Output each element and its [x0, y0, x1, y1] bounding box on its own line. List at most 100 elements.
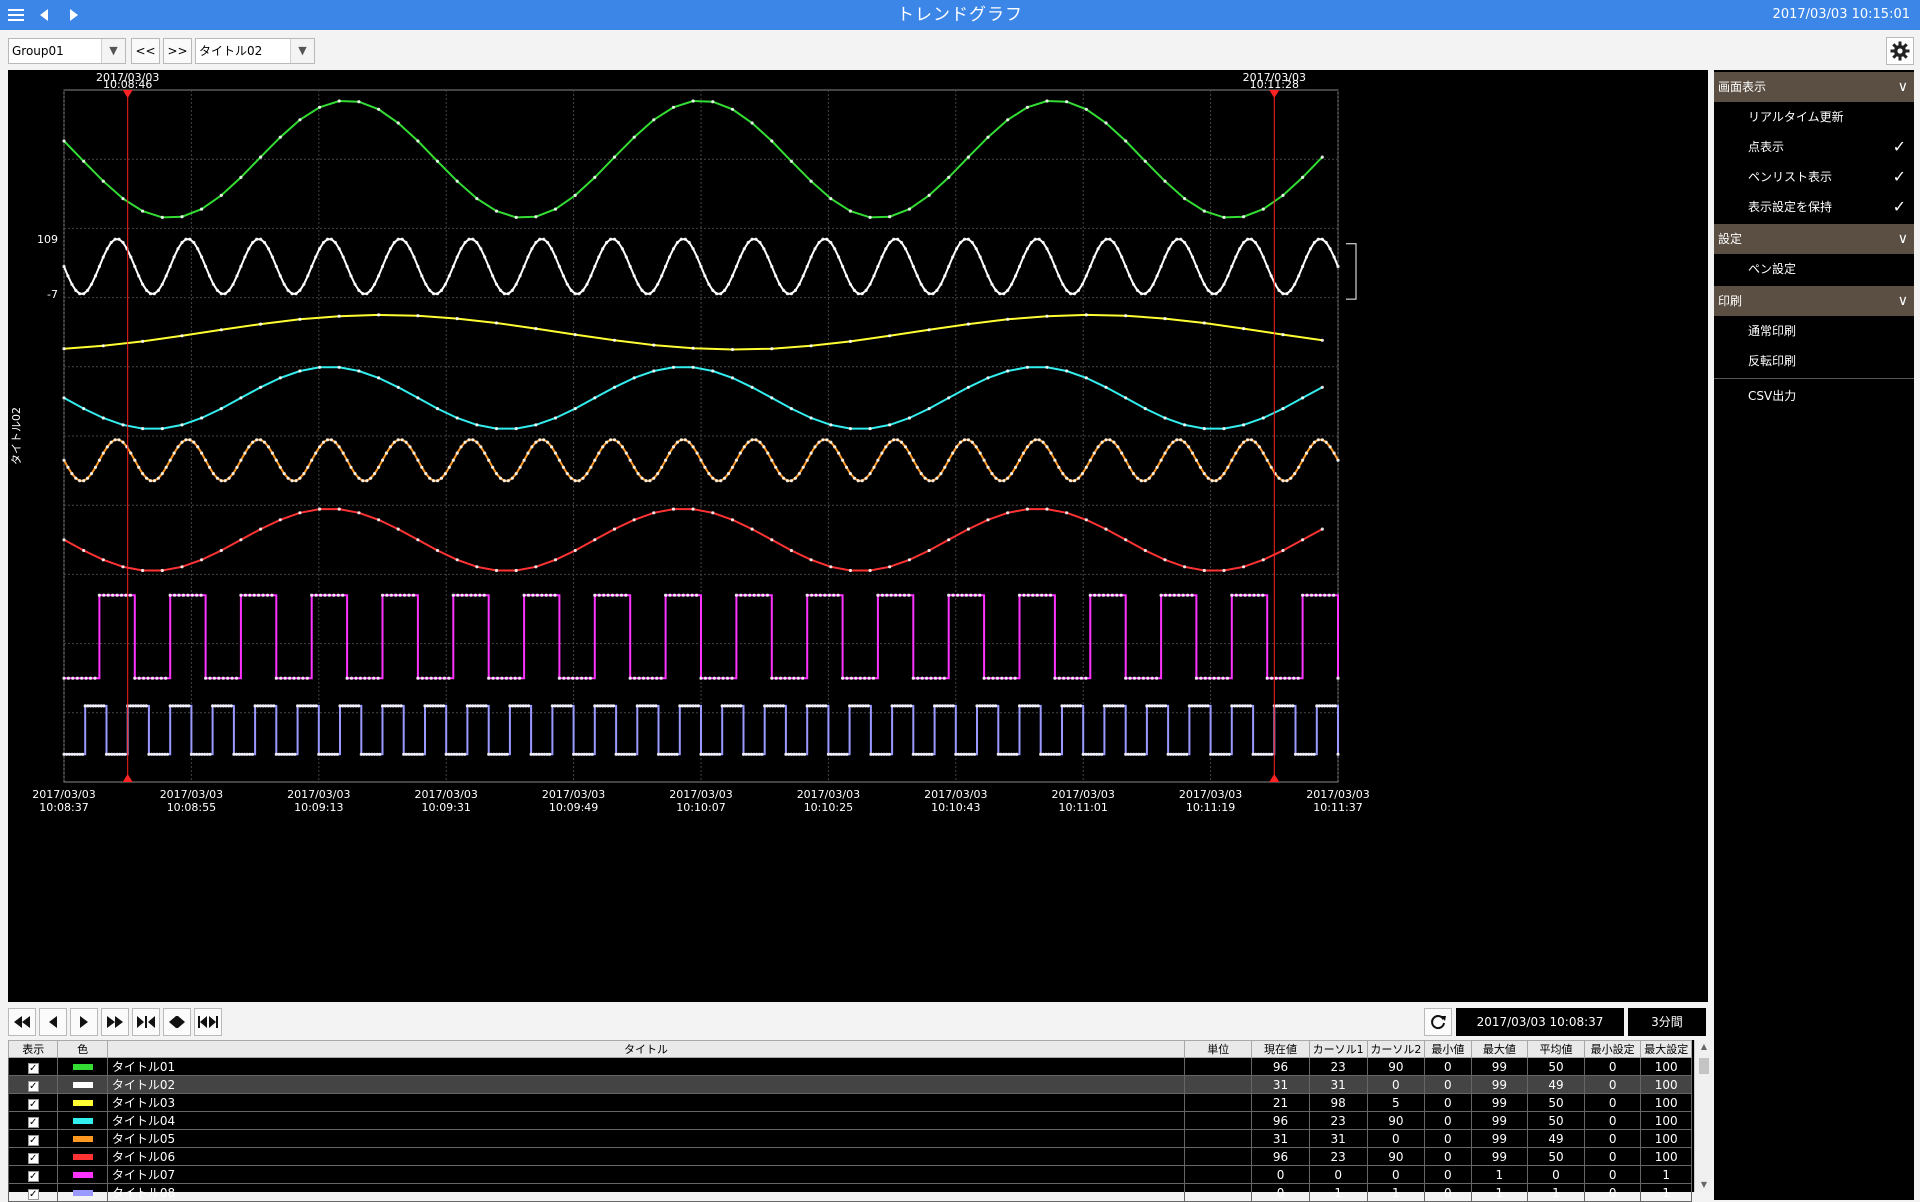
visibility-checkbox[interactable]: ✓ [27, 1080, 39, 1092]
data-point [473, 593, 477, 597]
visibility-cell[interactable]: ✓ [7, 1129, 59, 1148]
data-point [1084, 465, 1088, 469]
next-pen-button[interactable]: >> [163, 38, 192, 64]
normal-print-item[interactable]: 通常印刷 [1714, 316, 1914, 346]
table-row[interactable]: ✓ タイトル07 0 0 0 0 1 0 0 1 [7, 1165, 1692, 1184]
realtime-update-item[interactable]: リアルタイム更新 [1714, 102, 1914, 132]
data-point [321, 440, 326, 444]
table-row[interactable]: ✓ タイトル08 0 1 1 0 1 1 0 1 [7, 1183, 1692, 1202]
column-header[interactable]: 平均値 [1527, 1040, 1585, 1058]
table-row[interactable]: ✓ タイトル06 96 23 90 0 99 50 0 100 [7, 1147, 1692, 1166]
table-row[interactable]: ✓ タイトル05 31 31 0 0 99 49 0 100 [7, 1129, 1692, 1148]
visibility-checkbox[interactable]: ✓ [27, 1188, 39, 1200]
data-point [640, 288, 644, 292]
data-point [612, 527, 617, 531]
visibility-checkbox[interactable]: ✓ [27, 1098, 39, 1110]
visibility-cell[interactable]: ✓ [7, 1057, 59, 1076]
column-header[interactable]: カーソル1 [1308, 1040, 1368, 1058]
data-point [1246, 237, 1250, 241]
pen-settings-item[interactable]: ペン設定 [1714, 254, 1914, 284]
table-scrollbar[interactable]: ▲ ▼ [1694, 1040, 1712, 1192]
expand-range-button[interactable] [163, 1008, 191, 1036]
scroll-down-icon[interactable]: ▼ [1695, 1178, 1713, 1192]
trend-chart[interactable]: 2017/03/03 10:08:37 2017/03/03 10:08:55 2017… [8, 70, 1708, 1002]
data-point [435, 407, 440, 411]
visibility-checkbox[interactable]: ✓ [27, 1152, 39, 1164]
time-span-display[interactable]: 3分間 [1628, 1008, 1706, 1036]
data-point [793, 288, 798, 292]
data-point [1096, 247, 1100, 251]
data-point [1238, 247, 1242, 251]
back-arrow-icon[interactable] [30, 0, 58, 30]
forward-arrow-icon[interactable] [60, 0, 88, 30]
current-time-display[interactable]: 2017/03/03 10:08:37 [1456, 1008, 1624, 1036]
pen-list-display-item[interactable]: ペンリスト表示 ✓ [1714, 162, 1914, 192]
table-row[interactable]: ✓ タイトル03 21 98 5 0 99 50 0 100 [7, 1093, 1692, 1112]
scroll-up-icon[interactable]: ▲ [1695, 1040, 1713, 1054]
visibility-cell[interactable]: ✓ [7, 1165, 59, 1184]
step-forward-button[interactable] [70, 1008, 98, 1036]
time-tick-time: 10:11:01 [1058, 801, 1107, 814]
table-row[interactable]: ✓ タイトル02 31 31 0 0 99 49 0 100 [7, 1075, 1692, 1094]
refresh-button[interactable] [1424, 1008, 1452, 1036]
section-settings-header[interactable]: 設定 ∨ [1714, 224, 1914, 254]
trend-chart-svg: 2017/03/0310:08:372017/03/0310:08:552017… [10, 71, 1370, 814]
data-point [463, 752, 467, 756]
column-header[interactable]: 単位 [1184, 1040, 1253, 1058]
visibility-cell[interactable]: ✓ [7, 1147, 59, 1166]
visibility-checkbox[interactable]: ✓ [27, 1170, 39, 1182]
data-point [428, 288, 432, 292]
visibility-checkbox[interactable]: ✓ [27, 1134, 39, 1146]
inverse-print-label: 反転印刷 [1748, 354, 1797, 368]
group-select[interactable]: Group01 ▼ [8, 38, 126, 64]
column-header[interactable]: 最小設定 [1583, 1040, 1642, 1058]
column-header[interactable]: 色 [57, 1040, 108, 1058]
data-point [553, 255, 558, 259]
data-point [1225, 676, 1229, 680]
data-point [329, 237, 333, 241]
data-point [1137, 676, 1141, 680]
jump-end-button[interactable] [132, 1008, 160, 1036]
inverse-print-item[interactable]: 反転印刷 [1714, 346, 1914, 376]
column-header[interactable]: タイトル [106, 1040, 1186, 1058]
column-header[interactable]: カーソル2 [1366, 1040, 1426, 1058]
visibility-cell[interactable]: ✓ [7, 1093, 59, 1112]
data-point [207, 465, 212, 469]
data-point [1242, 240, 1246, 245]
title-select[interactable]: タイトル02 ▼ [195, 38, 315, 64]
keep-settings-item[interactable]: 表示設定を保持 ✓ [1714, 192, 1914, 222]
data-point [1239, 593, 1243, 597]
data-point [848, 427, 853, 431]
column-header[interactable]: 表示 [7, 1040, 59, 1058]
table-row[interactable]: ✓ タイトル04 96 23 90 0 99 50 0 100 [7, 1111, 1692, 1130]
csv-output-item[interactable]: CSV出力 [1714, 381, 1914, 411]
visibility-checkbox[interactable]: ✓ [27, 1062, 39, 1074]
data-point [943, 274, 947, 278]
settings-gear-button[interactable] [1886, 37, 1914, 65]
column-header[interactable]: 最小値 [1424, 1040, 1472, 1058]
data-point [938, 676, 942, 680]
visibility-checkbox[interactable]: ✓ [27, 1116, 39, 1128]
fast-forward-button[interactable] [101, 1008, 129, 1036]
data-point [70, 282, 74, 286]
step-back-button[interactable] [39, 1008, 67, 1036]
section-display-header[interactable]: 画面表示 ∨ [1714, 72, 1914, 102]
column-header[interactable]: 現在値 [1251, 1040, 1310, 1058]
fast-rewind-button[interactable] [8, 1008, 36, 1036]
column-header[interactable]: 最大設定 [1640, 1040, 1692, 1058]
data-point [1168, 593, 1172, 597]
prev-pen-button[interactable]: << [131, 38, 160, 64]
data-point [1143, 159, 1147, 163]
point-display-item[interactable]: 点表示 ✓ [1714, 132, 1914, 162]
visibility-cell[interactable]: ✓ [7, 1075, 59, 1094]
fit-range-button[interactable] [194, 1008, 222, 1036]
hamburger-menu-icon[interactable] [2, 0, 30, 30]
visibility-cell[interactable]: ✓ [7, 1183, 59, 1202]
visibility-cell[interactable]: ✓ [7, 1111, 59, 1130]
scroll-thumb[interactable] [1699, 1058, 1709, 1074]
dropdown-arrow-icon: ▼ [290, 39, 314, 63]
column-header[interactable]: 最大値 [1470, 1040, 1529, 1058]
table-row[interactable]: ✓ タイトル01 96 23 90 0 99 50 0 100 [7, 1057, 1692, 1076]
data-point [292, 676, 296, 680]
section-print-header[interactable]: 印刷 ∨ [1714, 286, 1914, 316]
